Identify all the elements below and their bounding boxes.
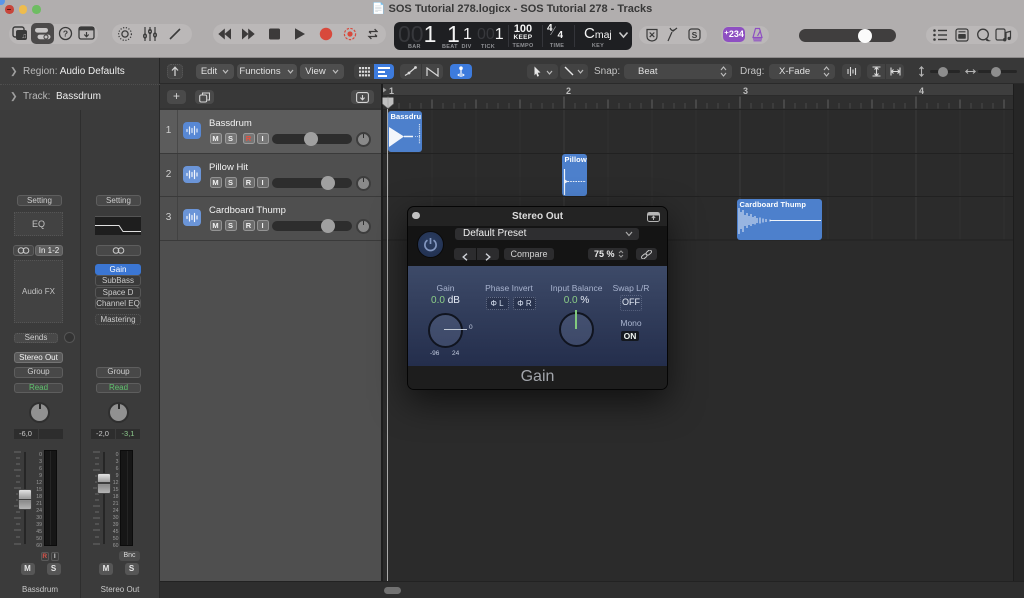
svg-text:♫: ♫ — [22, 33, 27, 40]
svg-text:S: S — [692, 30, 698, 40]
svg-text:?: ? — [63, 29, 68, 39]
svg-text:4: 4 — [919, 86, 924, 96]
svg-text:3: 3 — [743, 86, 748, 96]
svg-text:2: 2 — [566, 86, 571, 96]
svg-text:1: 1 — [389, 86, 394, 96]
